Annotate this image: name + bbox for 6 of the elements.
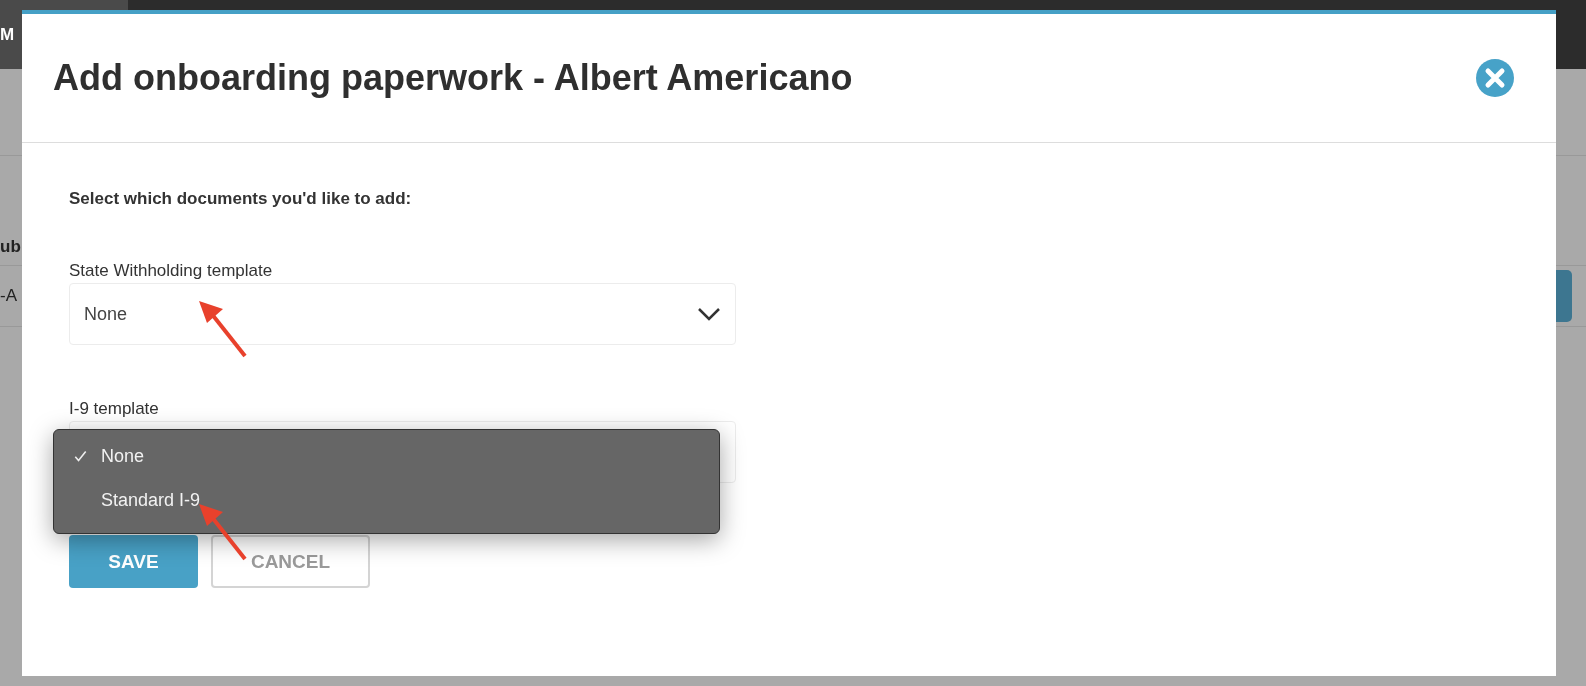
field-label: I-9 template: [69, 399, 160, 419]
dialog-title: Add onboarding paperwork - Albert Americano: [53, 57, 853, 99]
column-header: ub: [0, 237, 21, 257]
instruction-text: Select which documents you'd like to add:: [69, 189, 413, 209]
field-label: State Withholding template: [69, 261, 274, 281]
table-cell: -A: [0, 286, 17, 306]
